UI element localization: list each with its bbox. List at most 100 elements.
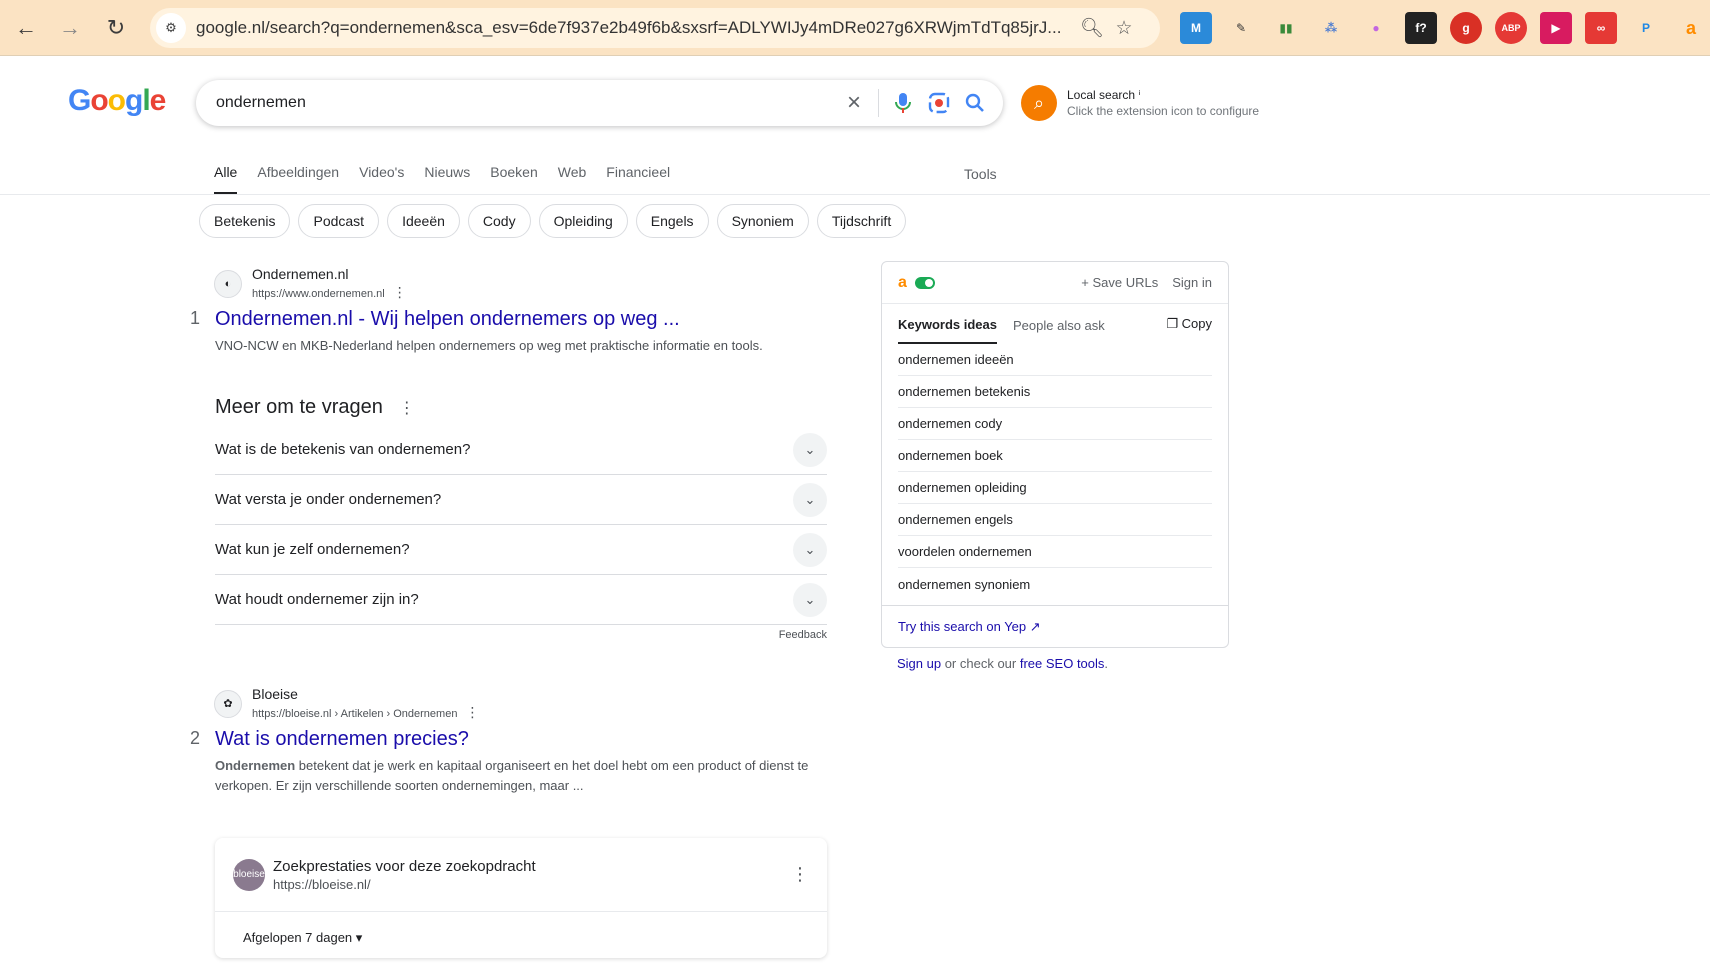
extension-icon[interactable]: a	[1675, 12, 1707, 44]
tools-button[interactable]: Tools	[964, 166, 997, 182]
search-result: 2 ✿ Bloeise https://bloeise.nl › Artikel…	[190, 686, 830, 806]
keyword-item[interactable]: voordelen ondernemen	[898, 536, 1212, 568]
avatar: bloeise	[233, 858, 265, 891]
lens-icon[interactable]	[921, 85, 957, 121]
enable-toggle[interactable]	[914, 276, 935, 289]
result-title-link[interactable]: Ondernemen.nl - Wij helpen ondernemers o…	[215, 308, 680, 331]
sign-in-button[interactable]: Sign in	[1172, 275, 1212, 290]
tab-videos[interactable]: Video's	[359, 164, 404, 195]
extension-icon[interactable]: M	[1180, 12, 1212, 44]
keyword-item[interactable]: ondernemen opleiding	[898, 472, 1212, 504]
logo-letter: e	[149, 84, 167, 117]
tab-people-also-ask[interactable]: People also ask	[1013, 306, 1105, 343]
forward-icon[interactable]: →	[54, 12, 86, 44]
keyword-item[interactable]: ondernemen cody	[898, 408, 1212, 440]
reload-icon[interactable]: ↻	[100, 12, 132, 44]
extension-icon[interactable]: ∞	[1585, 12, 1617, 44]
chip[interactable]: Synoniem	[716, 204, 809, 238]
paa-question[interactable]: Wat is de betekenis van ondernemen? ⌄	[215, 425, 827, 475]
microphone-icon[interactable]	[885, 85, 921, 121]
chip[interactable]: Tijdschrift	[816, 204, 907, 238]
site-favicon: ◐	[214, 269, 242, 298]
url-text[interactable]: google.nl/search?q=ondernemen&sca_esv=6d…	[196, 18, 1076, 38]
tab-books[interactable]: Boeken	[490, 164, 537, 195]
logo-letter: g	[125, 84, 143, 117]
refinement-chips: Betekenis Podcast Ideeën Cody Opleiding …	[199, 204, 907, 238]
extension-icon[interactable]: P	[1630, 12, 1662, 44]
extension-icon[interactable]: f?	[1405, 12, 1437, 44]
chevron-down-icon[interactable]: ⌄	[793, 532, 827, 567]
tab-news[interactable]: Nieuws	[424, 164, 470, 195]
paa-question[interactable]: Wat versta je onder ondernemen? ⌄	[215, 475, 827, 525]
result-title-link[interactable]: Wat is ondernemen precies?	[215, 728, 469, 751]
try-yep-link[interactable]: Try this search on Yep ↗	[882, 605, 1228, 647]
more-options-icon[interactable]: ⋮	[465, 704, 479, 720]
site-info-icon[interactable]: ⚙	[156, 13, 186, 43]
keyword-item[interactable]: ondernemen boek	[898, 440, 1212, 472]
address-bar[interactable]: ⚙ google.nl/search?q=ondernemen&sca_esv=…	[150, 8, 1160, 48]
search-box: ondernemen ×	[196, 80, 1003, 126]
chip[interactable]: Engels	[635, 204, 709, 238]
search-icon[interactable]	[957, 85, 993, 121]
free-seo-tools-link[interactable]: free SEO tools	[1020, 656, 1105, 671]
extension-icon[interactable]: ●	[1360, 12, 1392, 44]
copy-button[interactable]: ❐ Copy	[1166, 316, 1212, 332]
tab-web[interactable]: Web	[558, 164, 587, 195]
chip[interactable]: Podcast	[298, 204, 380, 238]
tab-finance[interactable]: Financieel	[606, 164, 670, 195]
search-performance-card: bloeise Zoekprestaties voor deze zoekopd…	[215, 838, 827, 958]
chip[interactable]: Opleiding	[538, 204, 628, 238]
result-snippet: Ondernemen betekent dat je werk en kapit…	[215, 758, 809, 793]
search-input[interactable]: ondernemen	[216, 94, 836, 112]
signup-note: Sign up or check our free SEO tools.	[897, 656, 1109, 671]
paa-question[interactable]: Wat houdt ondernemer zijn in? ⌄	[215, 575, 827, 625]
result-source[interactable]: ◐ Ondernemen.nl https://www.ondernemen.n…	[214, 266, 407, 301]
extension-icon[interactable]: ✎	[1225, 12, 1257, 44]
bookmark-star-icon[interactable]: ☆	[1108, 12, 1140, 44]
extension-icon[interactable]: ⁂	[1315, 12, 1347, 44]
divider	[878, 89, 879, 117]
result-snippet: VNO-NCW en MKB-Nederland helpen ondernem…	[215, 338, 763, 353]
more-options-icon[interactable]: ⋮	[393, 284, 407, 300]
chevron-down-icon[interactable]: ⌄	[793, 582, 827, 617]
chevron-down-icon[interactable]: ⌄	[793, 432, 827, 467]
more-options-icon[interactable]: ⋮	[399, 398, 415, 418]
tab-keywords-ideas[interactable]: Keywords ideas	[898, 305, 997, 344]
chip[interactable]: Betekenis	[199, 204, 291, 238]
local-search-icon[interactable]: ⌕	[1021, 85, 1057, 121]
search-tabs: Alle Afbeeldingen Video's Nieuws Boeken …	[214, 164, 690, 195]
site-favicon: ✿	[214, 689, 242, 718]
paa-question[interactable]: Wat kun je zelf ondernemen? ⌄	[215, 525, 827, 575]
extension-icon[interactable]: ABP	[1495, 12, 1527, 44]
period-dropdown[interactable]: Afgelopen 7 dagen ▾	[215, 912, 827, 964]
result-source[interactable]: ✿ Bloeise https://bloeise.nl › Artikelen…	[214, 686, 479, 721]
tabs-divider	[0, 194, 1710, 195]
logo-letter: o	[90, 84, 108, 117]
extensions-bar: M ✎ ▮▮ ⁂ ● f? g ABP ▶ ∞ P a	[1180, 12, 1707, 44]
chip[interactable]: Cody	[467, 204, 531, 238]
ahrefs-logo-icon: a	[898, 273, 907, 291]
sign-up-link[interactable]: Sign up	[897, 656, 941, 671]
extension-icon[interactable]: g	[1450, 12, 1482, 44]
extension-icon[interactable]: ▶	[1540, 12, 1572, 44]
clear-icon[interactable]: ×	[836, 85, 872, 121]
keyword-item[interactable]: ondernemen synoniem	[898, 568, 1212, 600]
keyword-item[interactable]: ondernemen engels	[898, 504, 1212, 536]
google-logo[interactable]: Google	[68, 84, 167, 118]
more-options-icon[interactable]: ⋮	[791, 864, 809, 885]
save-urls-button[interactable]: + Save URLs	[1081, 275, 1158, 290]
chip[interactable]: Ideeën	[387, 204, 460, 238]
site-url: https://bloeise.nl › Artikelen › Onderne…	[252, 704, 480, 720]
zoom-icon[interactable]: 🔍︎	[1076, 12, 1108, 44]
tab-images[interactable]: Afbeeldingen	[257, 164, 339, 195]
tab-all[interactable]: Alle	[214, 164, 238, 195]
performance-title: Zoekprestaties voor deze zoekopdracht	[273, 857, 536, 875]
local-search-extension[interactable]: ⌕ Local search ⁱ Click the extension ico…	[1021, 85, 1259, 121]
performance-url[interactable]: https://bloeise.nl/	[273, 877, 536, 892]
extension-icon[interactable]: ▮▮	[1270, 12, 1302, 44]
keyword-item[interactable]: ondernemen ideeën	[898, 344, 1212, 376]
keyword-item[interactable]: ondernemen betekenis	[898, 376, 1212, 408]
chevron-down-icon[interactable]: ⌄	[793, 482, 827, 517]
feedback-link[interactable]: Feedback	[215, 629, 827, 641]
back-icon[interactable]: ←	[10, 12, 42, 44]
